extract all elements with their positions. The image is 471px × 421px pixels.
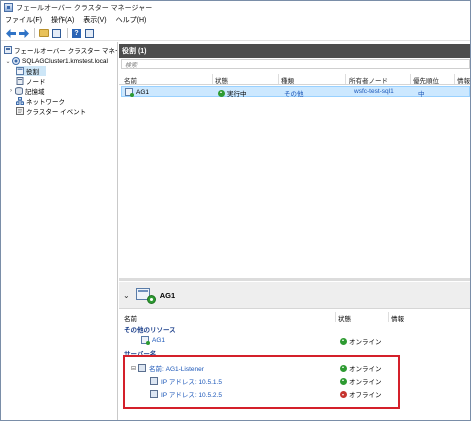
- events-icon: [16, 107, 24, 115]
- role-status: 実行中: [227, 91, 247, 98]
- column-divider[interactable]: [212, 74, 213, 84]
- role-owner-node: wsfc-test-sql1: [354, 88, 394, 95]
- tree-item-label: 役割: [26, 69, 39, 76]
- forward-button[interactable]: [18, 28, 29, 39]
- details-header: ⌄ AG1: [119, 282, 470, 309]
- column-header-name[interactable]: 名前: [124, 75, 137, 85]
- tree-item-label: 記憶域: [25, 89, 45, 96]
- search-input[interactable]: 検索: [121, 59, 470, 69]
- column-divider[interactable]: [410, 74, 411, 84]
- column-header-type[interactable]: 種類: [281, 75, 294, 85]
- navigation-tree: フェールオーバー クラスター マネージャー ⌄ SQLAGCluster1.km…: [1, 42, 118, 420]
- menu-view[interactable]: 表示(V): [83, 15, 106, 25]
- folder-icon: [38, 29, 49, 37]
- role-icon: [125, 88, 134, 97]
- cluster-manager-icon: [4, 46, 12, 54]
- role-type: その他: [284, 91, 304, 98]
- role-name: AG1: [136, 88, 150, 96]
- list-item[interactable]: AG1 オンライン: [119, 334, 470, 346]
- resource-name: AG1: [152, 336, 166, 344]
- toolbar-separator: [67, 28, 68, 38]
- details-grid-header: 名前 状態 情報: [119, 311, 470, 323]
- tree-item-nodes[interactable]: ノード: [16, 76, 46, 86]
- role-name-cell: AG1: [125, 88, 150, 97]
- tree-item-networks[interactable]: ネットワーク: [16, 96, 65, 106]
- column-header-info[interactable]: 情報: [457, 75, 470, 85]
- expand-icon[interactable]: ›: [8, 88, 14, 94]
- tree-item-label: ノード: [26, 79, 46, 86]
- resource-name-cell: AG1: [141, 336, 166, 345]
- toolbar: ?: [1, 26, 470, 41]
- group-other-resources: その他のリソース: [119, 322, 470, 334]
- role-status-cell: 実行中: [218, 88, 247, 98]
- tree-item-roles[interactable]: 役割: [16, 66, 46, 76]
- tree-cluster-label: SQLAGCluster1.kmstest.local: [22, 57, 108, 65]
- forward-arrow-icon: [18, 28, 29, 38]
- column-divider[interactable]: [335, 312, 336, 322]
- tree-item-storage[interactable]: › 記憶域: [8, 86, 45, 96]
- tree-item-label: ネットワーク: [26, 99, 65, 106]
- action-pane-icon: [85, 28, 94, 38]
- table-row[interactable]: AG1 実行中 その他 wsfc-test-sql1 中: [121, 86, 470, 98]
- title-bar: フェールオーバー クラスター マネージャー: [1, 1, 470, 14]
- column-header-priority[interactable]: 優先順位: [413, 75, 439, 85]
- help-icon: ?: [72, 28, 81, 38]
- tree-root-label: フェールオーバー クラスター マネージャー: [14, 48, 117, 55]
- column-header-owner[interactable]: 所有者ノード: [349, 75, 388, 85]
- collapse-details-icon[interactable]: ⌄: [123, 291, 130, 300]
- cluster-icon: [12, 57, 20, 65]
- menu-bar: ファイル(F) 操作(A) 表示(V) ヘルプ(H): [1, 14, 470, 26]
- column-divider[interactable]: [454, 74, 455, 84]
- tree-item-cluster-events[interactable]: クラスター イベント: [16, 106, 86, 116]
- network-icon: [16, 97, 24, 105]
- column-divider[interactable]: [345, 74, 346, 84]
- toolbar-separator: [34, 28, 35, 38]
- pane-splitter[interactable]: [119, 278, 470, 281]
- group-label: その他のリソース: [124, 327, 176, 334]
- details-title: AG1: [159, 290, 176, 300]
- nodes-icon: [16, 77, 24, 85]
- role-priority: 中: [418, 91, 425, 98]
- up-folder-button[interactable]: [38, 28, 49, 39]
- roles-icon: [16, 67, 24, 75]
- online-status-icon: [340, 337, 347, 345]
- column-header-status[interactable]: 状態: [215, 75, 228, 85]
- resource-status: オンライン: [349, 339, 382, 346]
- show-hide-tree-button[interactable]: [51, 28, 62, 39]
- tree-item-label: クラスター イベント: [26, 109, 87, 116]
- help-button[interactable]: ?: [71, 28, 82, 39]
- window-title: フェールオーバー クラスター マネージャー: [16, 4, 153, 12]
- roles-grid-header: 名前 状態 種類 所有者ノード 優先順位 情報: [119, 73, 470, 85]
- main-window: フェールオーバー クラスター マネージャー ファイル(F) 操作(A) 表示(V…: [0, 0, 471, 421]
- running-status-icon: [218, 89, 225, 97]
- console-tree-icon: [52, 28, 61, 38]
- collapse-icon[interactable]: ⌄: [5, 58, 11, 65]
- menu-action[interactable]: 操作(A): [51, 15, 74, 25]
- column-divider[interactable]: [278, 74, 279, 84]
- column-divider[interactable]: [388, 312, 389, 322]
- tree-cluster[interactable]: ⌄ SQLAGCluster1.kmstest.local: [5, 56, 108, 66]
- back-button[interactable]: [5, 28, 16, 39]
- resource-status-cell: オンライン: [340, 336, 382, 346]
- action-pane-button[interactable]: [84, 28, 95, 39]
- highlight-annotation-box: [123, 355, 400, 409]
- roles-pane-header: 役割 (1): [119, 44, 470, 58]
- tree-root[interactable]: フェールオーバー クラスター マネージャー: [4, 45, 117, 55]
- storage-icon: [15, 87, 23, 95]
- back-arrow-icon: [5, 28, 16, 38]
- availability-group-icon: [141, 336, 150, 345]
- menu-file[interactable]: ファイル(F): [5, 15, 42, 25]
- menu-help[interactable]: ヘルプ(H): [116, 15, 147, 25]
- cluster-manager-icon: [4, 3, 13, 12]
- role-large-icon: [135, 287, 156, 304]
